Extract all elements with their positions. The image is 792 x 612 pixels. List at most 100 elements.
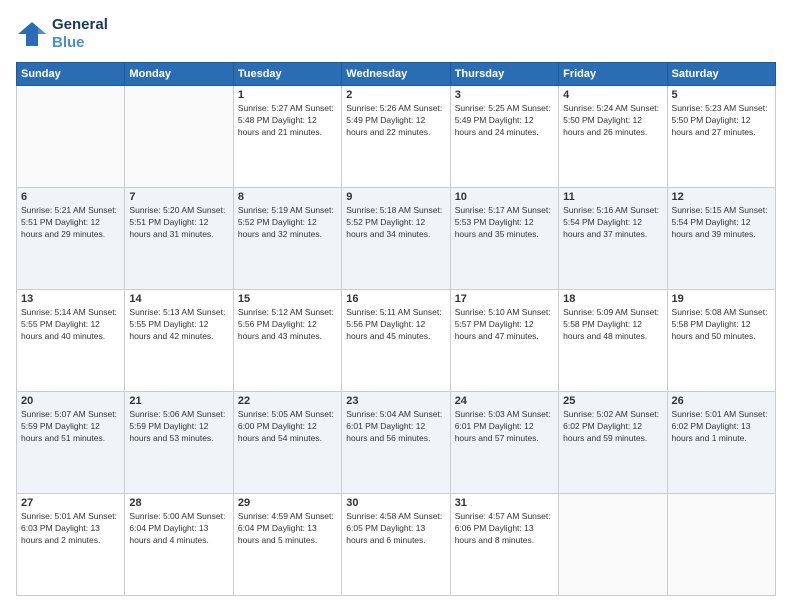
calendar-cell: 5 Sunrise: 5:23 AM Sunset: 5:50 PM Daylig…	[667, 86, 775, 188]
day-number: 10	[455, 191, 554, 203]
weekday-header-friday: Friday	[559, 63, 667, 86]
calendar-cell: 25 Sunrise: 5:02 AM Sunset: 6:02 PM Dayli…	[559, 392, 667, 494]
calendar-cell: 6 Sunrise: 5:21 AM Sunset: 5:51 PM Daylig…	[17, 188, 125, 290]
calendar-week-4: 20Sunrise: 5:07 AM Sunset: 5:59 PM Dayli…	[17, 392, 776, 494]
calendar-cell: 1 Sunrise: 5:27 AM Sunset: 5:48 PM Daylig…	[233, 86, 341, 188]
day-number: 27	[21, 497, 120, 509]
calendar-week-5: 27 Sunrise: 5:01 AM Sunset: 6:03 PM Dayli…	[17, 494, 776, 596]
calendar-cell	[559, 494, 667, 596]
weekday-header-thursday: Thursday	[450, 63, 558, 86]
day-number: 8	[238, 191, 337, 203]
calendar-cell: 18 Sunrise: 5:09 AM Sunset: 5:58 PM Dayli…	[559, 290, 667, 392]
day-number: 2	[346, 89, 445, 101]
day-info: Sunrise: 5:27 AM Sunset: 5:48 PM Dayligh…	[238, 103, 337, 139]
calendar-cell: 11Sunrise: 5:16 AM Sunset: 5:54 PM Dayli…	[559, 188, 667, 290]
day-info: Sunrise: 5:21 AM Sunset: 5:51 PM Dayligh…	[21, 205, 120, 241]
day-number: 31	[455, 497, 554, 509]
day-info: Sunrise: 5:23 AM Sunset: 5:50 PM Dayligh…	[672, 103, 771, 139]
calendar-cell: 19 Sunrise: 5:08 AM Sunset: 5:58 PM Dayli…	[667, 290, 775, 392]
day-info: Sunrise: 5:18 AM Sunset: 5:52 PM Dayligh…	[346, 205, 445, 241]
header: General Blue	[16, 16, 776, 52]
calendar-cell: 15 Sunrise: 5:12 AM Sunset: 5:56 PM Dayli…	[233, 290, 341, 392]
weekday-header-wednesday: Wednesday	[342, 63, 450, 86]
day-number: 14	[129, 293, 228, 305]
calendar-cell: 31 Sunrise: 4:57 AM Sunset: 6:06 PM Dayli…	[450, 494, 558, 596]
day-info: Sunrise: 5:10 AM Sunset: 5:57 PM Dayligh…	[455, 307, 554, 343]
calendar-week-2: 6 Sunrise: 5:21 AM Sunset: 5:51 PM Daylig…	[17, 188, 776, 290]
day-number: 5	[672, 89, 771, 101]
calendar-cell: 27 Sunrise: 5:01 AM Sunset: 6:03 PM Dayli…	[17, 494, 125, 596]
logo: General Blue	[16, 16, 108, 52]
calendar-cell: 24 Sunrise: 5:03 AM Sunset: 6:01 PM Dayli…	[450, 392, 558, 494]
calendar-cell: 22Sunrise: 5:05 AM Sunset: 6:00 PM Dayli…	[233, 392, 341, 494]
calendar-cell	[667, 494, 775, 596]
calendar-cell: 17 Sunrise: 5:10 AM Sunset: 5:57 PM Dayli…	[450, 290, 558, 392]
logo-icon	[16, 20, 48, 48]
day-info: Sunrise: 5:19 AM Sunset: 5:52 PM Dayligh…	[238, 205, 337, 241]
logo-text: General Blue	[52, 16, 108, 52]
day-number: 29	[238, 497, 337, 509]
day-number: 3	[455, 89, 554, 101]
day-number: 17	[455, 293, 554, 305]
calendar-cell: 23 Sunrise: 5:04 AM Sunset: 6:01 PM Dayli…	[342, 392, 450, 494]
calendar-cell: 2 Sunrise: 5:26 AM Sunset: 5:49 PM Daylig…	[342, 86, 450, 188]
day-info: Sunrise: 5:11 AM Sunset: 5:56 PM Dayligh…	[346, 307, 445, 343]
calendar-cell: 7 Sunrise: 5:20 AM Sunset: 5:51 PM Daylig…	[125, 188, 233, 290]
day-info: Sunrise: 4:58 AM Sunset: 6:05 PM Dayligh…	[346, 511, 445, 547]
day-number: 11	[563, 191, 662, 203]
day-number: 23	[346, 395, 445, 407]
weekday-header-tuesday: Tuesday	[233, 63, 341, 86]
calendar-cell: 3 Sunrise: 5:25 AM Sunset: 5:49 PM Daylig…	[450, 86, 558, 188]
day-number: 15	[238, 293, 337, 305]
day-number: 25	[563, 395, 662, 407]
day-info: Sunrise: 5:00 AM Sunset: 6:04 PM Dayligh…	[129, 511, 228, 547]
day-info: Sunrise: 5:01 AM Sunset: 6:02 PM Dayligh…	[672, 409, 771, 445]
day-info: Sunrise: 5:15 AM Sunset: 5:54 PM Dayligh…	[672, 205, 771, 241]
day-info: Sunrise: 5:09 AM Sunset: 5:58 PM Dayligh…	[563, 307, 662, 343]
day-number: 18	[563, 293, 662, 305]
day-info: Sunrise: 5:20 AM Sunset: 5:51 PM Dayligh…	[129, 205, 228, 241]
day-info: Sunrise: 5:12 AM Sunset: 5:56 PM Dayligh…	[238, 307, 337, 343]
day-info: Sunrise: 5:17 AM Sunset: 5:53 PM Dayligh…	[455, 205, 554, 241]
calendar-cell: 28Sunrise: 5:00 AM Sunset: 6:04 PM Dayli…	[125, 494, 233, 596]
calendar-table: SundayMondayTuesdayWednesdayThursdayFrid…	[16, 62, 776, 596]
day-info: Sunrise: 5:03 AM Sunset: 6:01 PM Dayligh…	[455, 409, 554, 445]
day-info: Sunrise: 5:01 AM Sunset: 6:03 PM Dayligh…	[21, 511, 120, 547]
day-info: Sunrise: 5:26 AM Sunset: 5:49 PM Dayligh…	[346, 103, 445, 139]
calendar-cell: 20Sunrise: 5:07 AM Sunset: 5:59 PM Dayli…	[17, 392, 125, 494]
day-number: 16	[346, 293, 445, 305]
page: General Blue SundayMondayTuesdayWednesda…	[0, 0, 792, 612]
calendar-cell: 30 Sunrise: 4:58 AM Sunset: 6:05 PM Dayli…	[342, 494, 450, 596]
day-info: Sunrise: 5:02 AM Sunset: 6:02 PM Dayligh…	[563, 409, 662, 445]
calendar-cell: 14 Sunrise: 5:13 AM Sunset: 5:55 PM Dayli…	[125, 290, 233, 392]
calendar-cell: 29Sunrise: 4:59 AM Sunset: 6:04 PM Dayli…	[233, 494, 341, 596]
day-info: Sunrise: 5:25 AM Sunset: 5:49 PM Dayligh…	[455, 103, 554, 139]
calendar-header-row: SundayMondayTuesdayWednesdayThursdayFrid…	[17, 63, 776, 86]
calendar-cell	[125, 86, 233, 188]
calendar-cell: 9 Sunrise: 5:18 AM Sunset: 5:52 PM Daylig…	[342, 188, 450, 290]
day-info: Sunrise: 5:08 AM Sunset: 5:58 PM Dayligh…	[672, 307, 771, 343]
day-number: 19	[672, 293, 771, 305]
day-number: 22	[238, 395, 337, 407]
day-info: Sunrise: 5:04 AM Sunset: 6:01 PM Dayligh…	[346, 409, 445, 445]
weekday-header-saturday: Saturday	[667, 63, 775, 86]
calendar-cell: 21Sunrise: 5:06 AM Sunset: 5:59 PM Dayli…	[125, 392, 233, 494]
day-number: 13	[21, 293, 120, 305]
calendar-cell: 4 Sunrise: 5:24 AM Sunset: 5:50 PM Daylig…	[559, 86, 667, 188]
day-number: 9	[346, 191, 445, 203]
day-info: Sunrise: 5:06 AM Sunset: 5:59 PM Dayligh…	[129, 409, 228, 445]
day-number: 12	[672, 191, 771, 203]
calendar-cell: 16 Sunrise: 5:11 AM Sunset: 5:56 PM Dayli…	[342, 290, 450, 392]
day-number: 6	[21, 191, 120, 203]
day-number: 1	[238, 89, 337, 101]
day-number: 4	[563, 89, 662, 101]
day-info: Sunrise: 4:57 AM Sunset: 6:06 PM Dayligh…	[455, 511, 554, 547]
day-number: 24	[455, 395, 554, 407]
day-number: 30	[346, 497, 445, 509]
calendar-cell	[17, 86, 125, 188]
day-info: Sunrise: 5:24 AM Sunset: 5:50 PM Dayligh…	[563, 103, 662, 139]
day-info: Sunrise: 5:07 AM Sunset: 5:59 PM Dayligh…	[21, 409, 120, 445]
day-number: 7	[129, 191, 228, 203]
day-info: Sunrise: 5:13 AM Sunset: 5:55 PM Dayligh…	[129, 307, 228, 343]
calendar-cell: 26Sunrise: 5:01 AM Sunset: 6:02 PM Dayli…	[667, 392, 775, 494]
